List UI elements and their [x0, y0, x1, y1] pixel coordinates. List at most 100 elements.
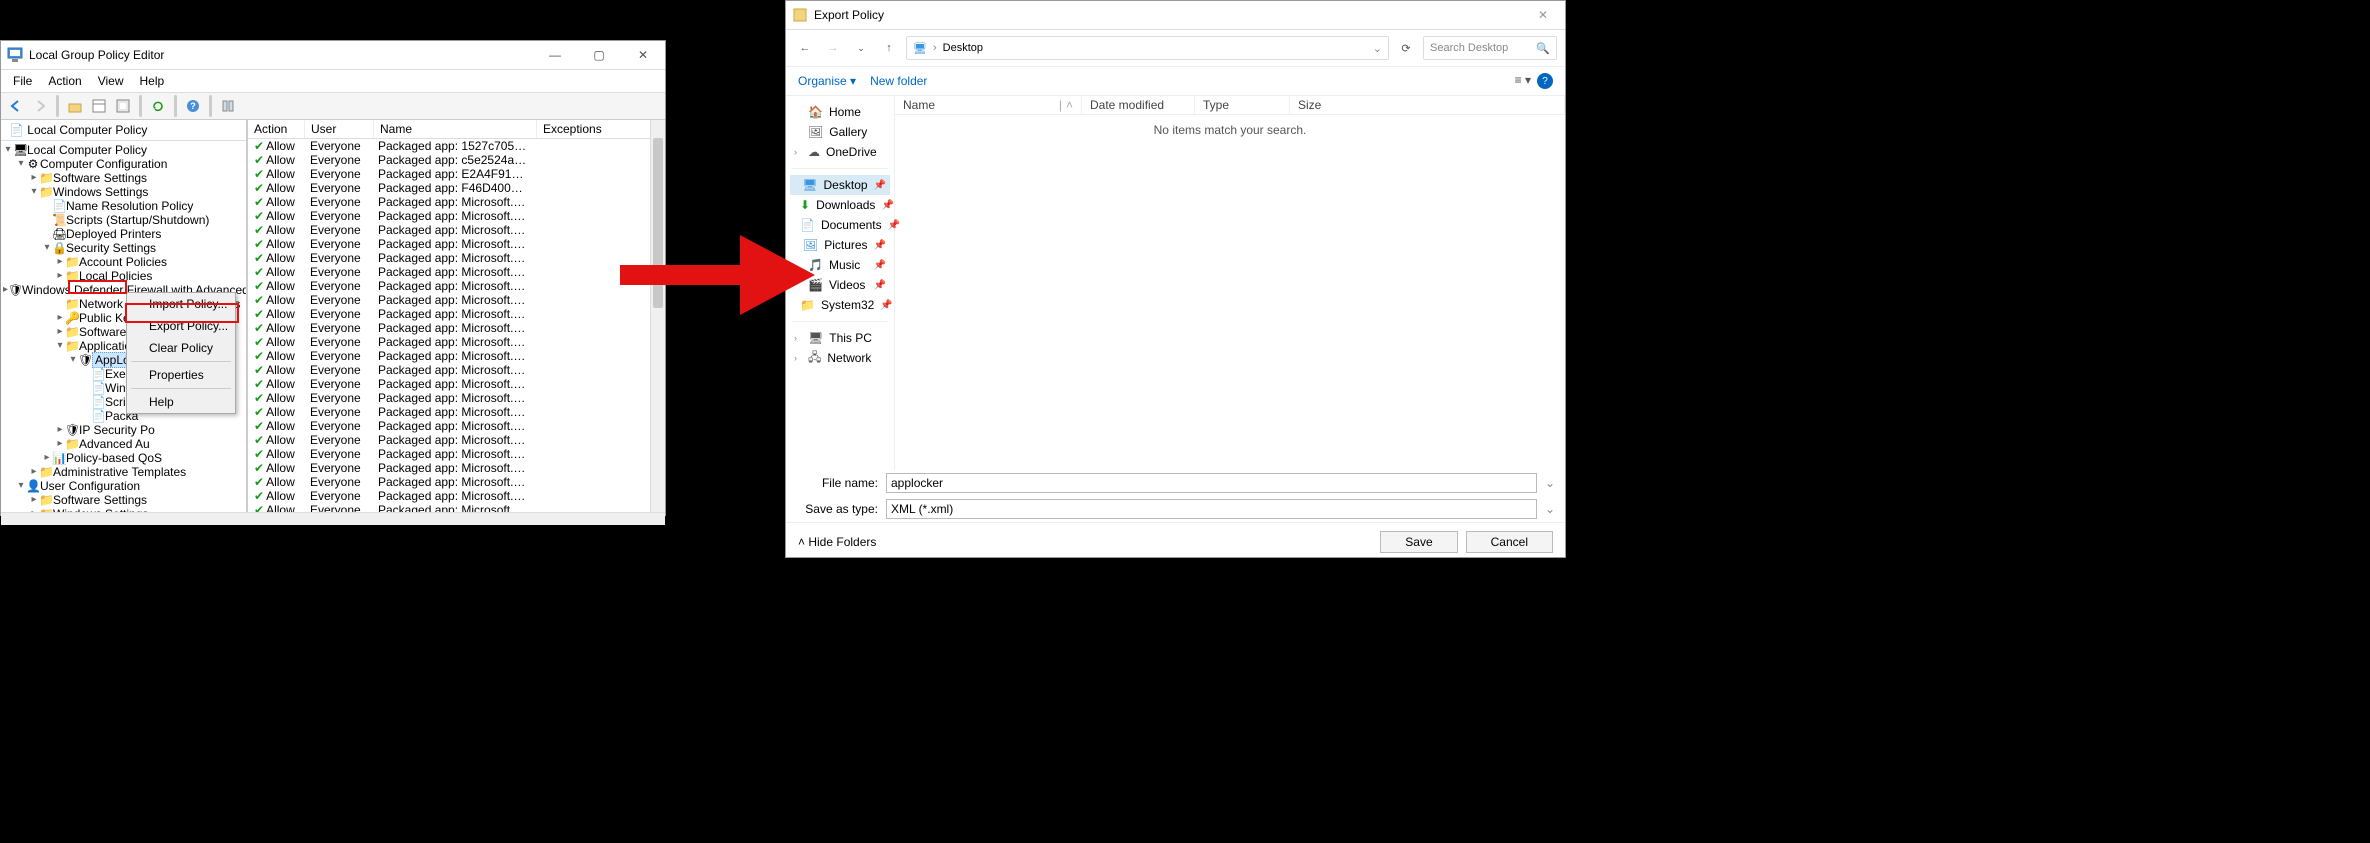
list-row[interactable]: ✔AllowEveryonePackaged app: Microsoft.Wi… — [248, 461, 665, 475]
list-row[interactable]: ✔AllowEveryonePackaged app: Microsoft.Wi… — [248, 447, 665, 461]
expand-toggle[interactable]: ▸ — [29, 507, 39, 512]
savetype-select[interactable]: XML (*.xml) — [886, 499, 1537, 519]
ctx-properties[interactable]: Properties — [127, 364, 235, 386]
nav-home[interactable]: 🏠Home — [790, 102, 890, 122]
forward-button[interactable] — [29, 95, 51, 117]
tree-item[interactable]: ▾🔒Security Settings — [1, 241, 246, 255]
menu-action[interactable]: Action — [42, 72, 87, 90]
tree-item[interactable]: ▸📁Advanced Au — [1, 437, 246, 451]
col-date[interactable]: Date modified — [1082, 96, 1195, 114]
expand-toggle[interactable]: ▾ — [16, 479, 26, 493]
tree-item[interactable]: ▸📁Administrative Templates — [1, 465, 246, 479]
nav-network[interactable]: ›🖧Network — [790, 348, 890, 368]
tree-item[interactable]: ▸📊Policy-based QoS — [1, 451, 246, 465]
ctx-help[interactable]: Help — [127, 391, 235, 413]
dropdown-icon[interactable]: ⌄ — [1545, 476, 1555, 490]
list-row[interactable]: ✔AllowEveryonePackaged app: Microsoft.Mi… — [248, 307, 665, 321]
tree-item[interactable]: 📜Scripts (Startup/Shutdown) — [1, 213, 246, 227]
tree-item[interactable]: ▸📁Windows Settings — [1, 507, 246, 512]
list-row[interactable]: ✔AllowEveryonePackaged app: c5e2524a-ea4… — [248, 153, 665, 167]
menu-file[interactable]: File — [7, 72, 38, 90]
save-button[interactable]: Save — [1380, 531, 1457, 553]
search-box[interactable]: Search Desktop 🔍 — [1423, 36, 1557, 60]
dropdown-icon[interactable]: ⌄ — [1373, 42, 1382, 55]
expand-toggle[interactable]: ▸ — [55, 437, 65, 451]
ctx-clear-policy[interactable]: Clear Policy — [127, 337, 235, 359]
list-row[interactable]: ✔AllowEveryonePackaged app: Microsoft.Wi… — [248, 475, 665, 489]
ctx-import-policy[interactable]: Import Policy... — [127, 293, 235, 315]
list-row[interactable]: ✔AllowEveryonePackaged app: Microsoft.Wi… — [248, 433, 665, 447]
col-exceptions[interactable]: Exceptions — [537, 120, 665, 138]
list-row[interactable]: ✔AllowEveryonePackaged app: Microsoft.Wi… — [248, 377, 665, 391]
expand-toggle[interactable]: ▾ — [42, 241, 52, 255]
crumb-location[interactable]: Desktop — [943, 42, 983, 54]
expand-toggle[interactable]: ▸ — [29, 465, 39, 479]
expand-toggle[interactable]: ▸ — [29, 493, 39, 507]
expand-toggle[interactable]: ▸ — [29, 171, 39, 185]
back-button[interactable]: ← — [794, 37, 816, 59]
ctx-export-policy[interactable]: Export Policy... — [127, 315, 235, 337]
list-row[interactable]: ✔AllowEveryonePackaged app: Microsoft.Cr… — [248, 251, 665, 265]
list-row[interactable]: ✔AllowEveryonePackaged app: Microsoft.Wi… — [248, 419, 665, 433]
list-row[interactable]: ✔AllowEveryonePackaged app: Microsoft.Wi… — [248, 503, 665, 512]
refresh-button[interactable] — [147, 95, 169, 117]
nav-downloads[interactable]: ⬇Downloads📌 — [790, 195, 890, 215]
list-row[interactable]: ✔AllowEveryonePackaged app: 1527c705-839… — [248, 139, 665, 153]
col-size[interactable]: Size — [1290, 96, 1565, 114]
list-row[interactable]: ✔AllowEveryonePackaged app: Microsoft.Wi… — [248, 335, 665, 349]
expand-toggle[interactable]: ▾ — [16, 157, 26, 171]
expand-toggle[interactable]: ▸ — [42, 451, 52, 465]
list-row[interactable]: ✔AllowEveryonePackaged app: Microsoft.EC… — [248, 265, 665, 279]
export-button[interactable] — [112, 95, 134, 117]
tree-item[interactable]: 🖨Deployed Printers — [1, 227, 246, 241]
hide-folders-button[interactable]: ˄ Hide Folders — [798, 535, 876, 549]
new-folder-button[interactable]: New folder — [870, 74, 927, 88]
tree-item[interactable]: ▸🛡IP Security Po — [1, 423, 246, 437]
tree-item[interactable]: ▸📁Software Settings — [1, 171, 246, 185]
help-button[interactable]: ? — [182, 95, 204, 117]
expand-toggle[interactable]: ▸ — [55, 269, 65, 283]
file-column-headers[interactable]: Name ˄| Date modified Type Size — [895, 96, 1565, 115]
list-row[interactable]: ✔AllowEveryonePackaged app: F46D4000-FD2… — [248, 181, 665, 195]
gpedit-titlebar[interactable]: Local Group Policy Editor — ▢ ✕ — [1, 41, 665, 70]
tree-item[interactable]: ▾⚙Computer Configuration — [1, 157, 246, 171]
expand-toggle[interactable]: ▾ — [3, 143, 13, 157]
up-button[interactable]: ↑ — [878, 37, 900, 59]
list-row[interactable]: ✔AllowEveryonePackaged app: Microsoft.As… — [248, 223, 665, 237]
expand-toggle[interactable]: ▸ — [55, 423, 65, 437]
nav-desktop[interactable]: 🖥Desktop📌 — [790, 175, 890, 195]
tree-item[interactable]: ▸📁Local Policies — [1, 269, 246, 283]
help-button[interactable]: ? — [1537, 73, 1553, 89]
maximize-button[interactable]: ▢ — [577, 41, 621, 69]
show-hide-button[interactable] — [88, 95, 110, 117]
expand-toggle[interactable]: ▾ — [55, 339, 65, 353]
menu-view[interactable]: View — [92, 72, 130, 90]
cancel-button[interactable]: Cancel — [1466, 531, 1553, 553]
expand-icon[interactable]: › — [794, 147, 802, 157]
tree-item[interactable]: ▾📁Windows Settings — [1, 185, 246, 199]
list-row[interactable]: ✔AllowEveryonePackaged app: Microsoft.Wi… — [248, 489, 665, 503]
tree-item[interactable]: ▾👤User Configuration — [1, 479, 246, 493]
filter-button[interactable] — [217, 95, 239, 117]
nav-this-pc[interactable]: ›🖥This PC — [790, 328, 890, 348]
col-action[interactable]: Action — [248, 120, 305, 138]
col-user[interactable]: User — [305, 120, 374, 138]
close-button[interactable]: ✕ — [621, 41, 665, 69]
expand-toggle[interactable]: ▸ — [55, 255, 65, 269]
forward-button[interactable]: → — [822, 37, 844, 59]
minimize-button[interactable]: — — [533, 41, 577, 69]
list-row[interactable]: ✔AllowEveryonePackaged app: Microsoft.Wi… — [248, 391, 665, 405]
expand-icon[interactable]: › — [794, 353, 802, 363]
expand-toggle[interactable]: ▸ — [55, 325, 65, 339]
nav-onedrive[interactable]: ›☁OneDrive — [790, 142, 890, 162]
file-pane[interactable]: Name ˄| Date modified Type Size No items… — [895, 96, 1565, 470]
tree-item[interactable]: 📄Name Resolution Policy — [1, 199, 246, 213]
col-name[interactable]: Name — [374, 120, 537, 138]
list-row[interactable]: ✔AllowEveryonePackaged app: Microsoft.Wi… — [248, 349, 665, 363]
list-row[interactable]: ✔AllowEveryonePackaged app: Microsoft.Wi… — [248, 363, 665, 377]
list-row[interactable]: ✔AllowEveryonePackaged app: E2A4F912-257… — [248, 167, 665, 181]
list-row[interactable]: ✔AllowEveryonePackaged app: Microsoft.Wi… — [248, 321, 665, 335]
expand-icon[interactable]: › — [794, 333, 802, 343]
tree-item[interactable]: ▸📁Software Settings — [1, 493, 246, 507]
expand-toggle[interactable]: ▸ — [55, 311, 65, 325]
